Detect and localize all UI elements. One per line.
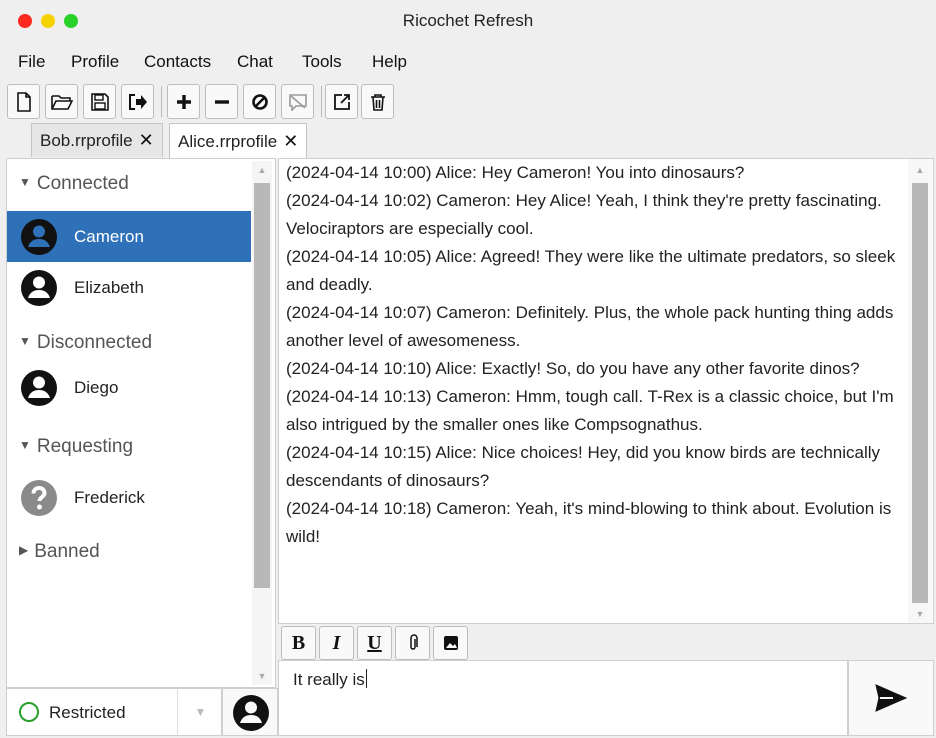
menu-file[interactable]: File bbox=[18, 52, 45, 72]
add-contact-button[interactable] bbox=[167, 84, 200, 119]
chat-message: (2024-04-14 10:00) Alice: Hey Cameron! Y… bbox=[286, 163, 745, 182]
contact-name: Cameron bbox=[74, 226, 144, 246]
toolbar bbox=[0, 80, 936, 124]
open-profile-button[interactable] bbox=[45, 84, 78, 119]
menu-bar: File Profile Contacts Chat Tools Help bbox=[0, 42, 936, 80]
paperclip-icon bbox=[409, 634, 418, 650]
italic-button[interactable]: I bbox=[319, 626, 354, 660]
bold-button[interactable]: B bbox=[281, 626, 316, 660]
message-input[interactable]: It really is bbox=[278, 660, 848, 736]
window-title: Ricochet Refresh bbox=[402, 11, 534, 30]
toolbar-separator bbox=[161, 86, 162, 117]
open-folder-icon bbox=[50, 94, 73, 110]
add-icon bbox=[176, 94, 191, 109]
user-avatar-icon bbox=[21, 219, 57, 255]
chat-message: (2024-04-14 10:18) Cameron: Yeah, it's m… bbox=[286, 499, 892, 546]
contact-cameron[interactable]: Cameron bbox=[7, 211, 251, 262]
group-disconnected[interactable]: ▼ Disconnected bbox=[19, 332, 152, 354]
scroll-down-arrow-icon[interactable]: ▼ bbox=[252, 671, 272, 681]
text-caret bbox=[365, 669, 367, 688]
user-avatar-icon bbox=[21, 270, 57, 306]
ban-icon bbox=[288, 93, 307, 111]
toolbar-separator bbox=[321, 86, 322, 117]
underline-button[interactable]: U bbox=[357, 626, 392, 660]
chat-message: (2024-04-14 10:15) Alice: Nice choices! … bbox=[286, 443, 881, 490]
image-icon bbox=[443, 636, 458, 650]
status-label: Restricted bbox=[49, 703, 126, 722]
chevron-down-icon: ▼ bbox=[194, 705, 207, 719]
tab-bob-profile[interactable]: Bob.rrprofile ✕ bbox=[31, 123, 163, 157]
new-profile-button[interactable] bbox=[7, 84, 40, 119]
export-button[interactable] bbox=[121, 84, 154, 119]
block-contact-button[interactable] bbox=[243, 84, 276, 119]
menu-contacts[interactable]: Contacts bbox=[144, 52, 211, 72]
block-icon bbox=[251, 93, 268, 110]
contact-list-scrollbar[interactable]: ▲ ▼ bbox=[252, 161, 272, 685]
contact-elizabeth[interactable]: Elizabeth bbox=[7, 262, 251, 313]
menu-profile[interactable]: Profile bbox=[71, 52, 119, 72]
send-button[interactable] bbox=[848, 660, 934, 736]
group-connected[interactable]: ▼ Connected bbox=[19, 173, 129, 195]
trash-icon bbox=[370, 93, 385, 111]
close-icon[interactable]: ✕ bbox=[283, 131, 298, 152]
tab-label: Bob.rrprofile bbox=[40, 130, 133, 150]
tab-label: Alice.rrprofile bbox=[178, 131, 278, 151]
contact-frederick[interactable]: Frederick bbox=[7, 472, 251, 523]
status-online-icon bbox=[19, 702, 39, 722]
scroll-up-arrow-icon[interactable]: ▲ bbox=[908, 165, 932, 175]
remove-icon bbox=[214, 99, 229, 104]
chat-message: (2024-04-14 10:07) Cameron: Definitely. … bbox=[286, 303, 894, 350]
delete-button[interactable] bbox=[361, 84, 394, 119]
close-icon[interactable]: ✕ bbox=[139, 130, 154, 151]
menu-chat[interactable]: Chat bbox=[237, 52, 273, 72]
contact-name: Frederick bbox=[74, 487, 145, 507]
user-avatar-icon bbox=[233, 695, 269, 731]
contact-diego[interactable]: Diego bbox=[7, 362, 251, 413]
message-input-text: It really is bbox=[293, 669, 367, 689]
group-banned[interactable]: ▶ Banned bbox=[19, 541, 100, 563]
contact-name: Diego bbox=[74, 377, 119, 397]
identity-button[interactable] bbox=[222, 688, 278, 736]
chevron-down-icon: ▼ bbox=[19, 175, 31, 189]
contact-list: ▼ Connected Cameron Elizabeth ▼ Disconnect… bbox=[6, 158, 276, 688]
open-external-icon bbox=[333, 93, 350, 110]
menu-tools[interactable]: Tools bbox=[302, 52, 342, 72]
question-mark-icon bbox=[21, 480, 57, 516]
status-dropdown-button[interactable]: ▼ bbox=[177, 689, 223, 735]
chat-message: (2024-04-14 10:02) Cameron: Hey Alice! Y… bbox=[286, 191, 882, 238]
scroll-up-arrow-icon[interactable]: ▲ bbox=[252, 165, 272, 175]
menu-help[interactable]: Help bbox=[372, 52, 407, 72]
ban-contact-button[interactable] bbox=[281, 84, 314, 119]
title-bar: Ricochet Refresh bbox=[0, 0, 936, 42]
send-icon bbox=[875, 684, 907, 712]
new-file-icon bbox=[16, 91, 31, 112]
chevron-right-icon: ▶ bbox=[19, 543, 29, 557]
status-selector[interactable]: Restricted ▼ bbox=[6, 688, 222, 736]
user-avatar-icon bbox=[21, 370, 57, 406]
chat-message: (2024-04-14 10:10) Alice: Exactly! So, d… bbox=[286, 359, 860, 378]
attach-file-button[interactable] bbox=[395, 626, 430, 660]
save-icon bbox=[90, 92, 109, 111]
contact-name: Elizabeth bbox=[74, 277, 144, 297]
profile-tabs: Bob.rrprofile ✕ Alice.rrprofile ✕ bbox=[0, 122, 936, 159]
save-profile-button[interactable] bbox=[83, 84, 116, 119]
export-icon bbox=[128, 93, 147, 110]
scrollbar-thumb[interactable] bbox=[912, 183, 928, 603]
message-list: (2024-04-14 10:00) Alice: Hey Cameron! Y… bbox=[286, 159, 908, 551]
chat-message: (2024-04-14 10:13) Cameron: Hmm, tough c… bbox=[286, 387, 894, 434]
insert-image-button[interactable] bbox=[433, 626, 468, 660]
tab-alice-profile[interactable]: Alice.rrprofile ✕ bbox=[169, 123, 308, 159]
chevron-down-icon: ▼ bbox=[19, 438, 31, 452]
formatting-toolbar: B I U bbox=[278, 624, 934, 660]
chat-message: (2024-04-14 10:05) Alice: Agreed! They w… bbox=[286, 247, 896, 294]
chat-scrollbar[interactable]: ▲ ▼ bbox=[908, 159, 932, 623]
remove-contact-button[interactable] bbox=[205, 84, 238, 119]
scrollbar-thumb[interactable] bbox=[254, 183, 270, 588]
chat-history: (2024-04-14 10:00) Alice: Hey Cameron! Y… bbox=[278, 158, 934, 624]
chevron-down-icon: ▼ bbox=[19, 334, 31, 348]
scroll-down-arrow-icon[interactable]: ▼ bbox=[908, 609, 932, 619]
group-requesting[interactable]: ▼ Requesting bbox=[19, 436, 133, 458]
open-window-button[interactable] bbox=[325, 84, 358, 119]
